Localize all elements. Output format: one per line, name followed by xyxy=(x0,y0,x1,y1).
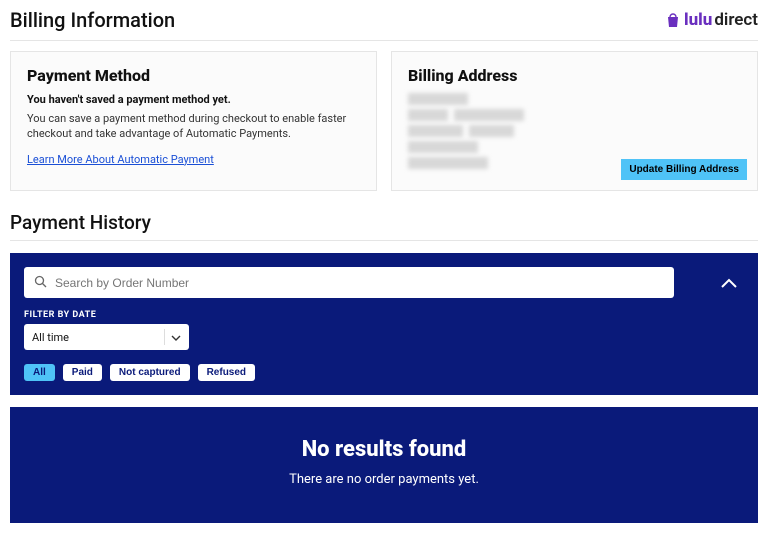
logo-suffix: direct xyxy=(714,10,758,30)
chip-all[interactable]: All xyxy=(24,364,55,381)
brand-logo: luludirect xyxy=(666,10,758,30)
chip-paid[interactable]: Paid xyxy=(63,364,102,381)
shopping-bag-icon xyxy=(666,12,680,28)
date-filter-value: All time xyxy=(32,331,69,344)
learn-more-link[interactable]: Learn More About Automatic Payment xyxy=(27,153,214,166)
no-results-title: No results found xyxy=(20,437,748,462)
filter-panel: FILTER BY DATE All time All Paid Not cap… xyxy=(10,253,758,395)
payment-method-description: You can save a payment method during che… xyxy=(27,112,360,142)
chevron-up-icon[interactable] xyxy=(720,275,738,294)
billing-address-card: Billing Address Update Billing Address xyxy=(391,51,758,191)
payment-method-heading: Payment Method xyxy=(27,66,360,85)
chip-not-captured[interactable]: Not captured xyxy=(110,364,190,381)
payment-method-card: Payment Method You haven't saved a payme… xyxy=(10,51,377,191)
logo-brand: lulu xyxy=(684,10,712,30)
search-icon xyxy=(34,273,55,292)
chip-refused[interactable]: Refused xyxy=(198,364,255,381)
search-field-wrap[interactable] xyxy=(24,267,674,298)
date-filter-select[interactable]: All time xyxy=(24,324,189,350)
payment-history-heading: Payment History xyxy=(10,211,758,234)
payment-method-status: You haven't saved a payment method yet. xyxy=(27,93,360,106)
billing-address-redacted xyxy=(408,93,741,169)
update-billing-address-button[interactable]: Update Billing Address xyxy=(621,159,747,180)
page-title: Billing Information xyxy=(10,8,175,32)
status-chip-row: All Paid Not captured Refused xyxy=(24,364,744,381)
chevron-down-icon xyxy=(171,331,181,344)
filter-by-date-label: FILTER BY DATE xyxy=(24,310,744,320)
search-input[interactable] xyxy=(55,276,664,290)
divider xyxy=(10,240,758,241)
billing-address-heading: Billing Address xyxy=(408,66,741,85)
results-panel: No results found There are no order paym… xyxy=(10,407,758,523)
no-results-subtitle: There are no order payments yet. xyxy=(20,472,748,487)
